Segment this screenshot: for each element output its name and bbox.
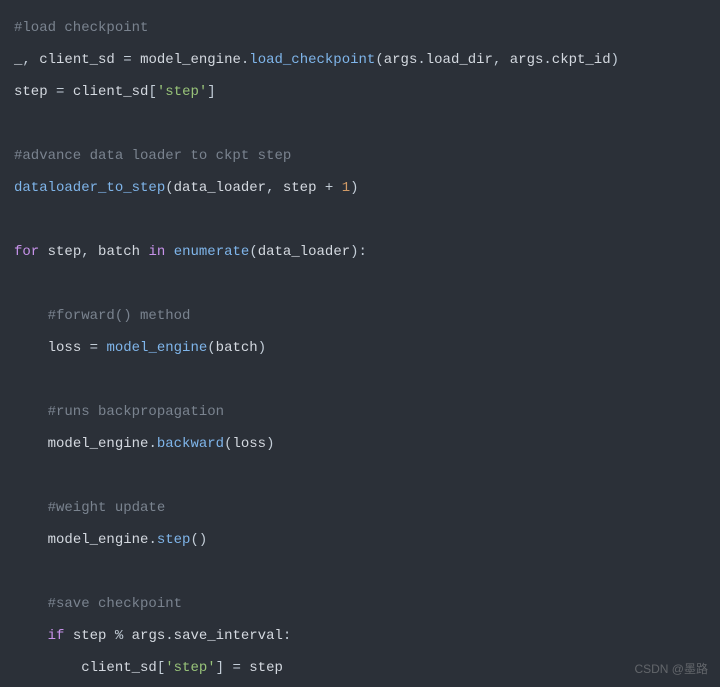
token-var: args (384, 52, 418, 68)
code-line: dataloader_to_step(data_loader, step + 1… (14, 172, 706, 204)
code-line: step = client_sd['step'] (14, 76, 706, 108)
token-op: ) (266, 436, 274, 452)
code-block: #load checkpoint _, client_sd = model_eng… (0, 0, 720, 687)
code-line: model_engine.step() (14, 524, 706, 556)
token-fn: step (157, 532, 191, 548)
comment: #forward() method (14, 308, 190, 324)
token-var: save_interval (174, 628, 283, 644)
token-var: batch (98, 244, 148, 260)
code-line: for step, batch in enumerate(data_loader… (14, 236, 706, 268)
code-line: #runs backpropagation (14, 396, 706, 428)
code-line: client_sd['step'] = step (14, 652, 706, 684)
token-op: ( (249, 244, 257, 260)
token-var: ckpt_id (552, 52, 611, 68)
token-fn: backward (157, 436, 224, 452)
token-fn: model_engine (106, 340, 207, 356)
token-op: ] = (216, 660, 250, 676)
token-op: , (22, 52, 39, 68)
code-line: loss = model_engine(batch) (14, 332, 706, 364)
token-var: loss (48, 340, 82, 356)
token-op: + (316, 180, 341, 196)
token-op: , (493, 52, 510, 68)
token-op: . (165, 628, 173, 644)
token-op: . (543, 52, 551, 68)
token-var: client_sd (39, 52, 115, 68)
token-var: step (64, 628, 114, 644)
token-fn: load_checkpoint (249, 52, 375, 68)
code-line: #save checkpoint (14, 588, 706, 620)
code-line (14, 556, 706, 588)
token-op: [ (148, 84, 156, 100)
token-var: data_loader (174, 180, 266, 196)
token-var: load_dir (426, 52, 493, 68)
code-line (14, 204, 706, 236)
token-var: step (249, 660, 283, 676)
token-op: = (81, 340, 106, 356)
token-op: . (417, 52, 425, 68)
code-line (14, 268, 706, 300)
token-var: step (14, 84, 48, 100)
code-line (14, 364, 706, 396)
token-op: , (81, 244, 98, 260)
token-str: 'step' (165, 660, 215, 676)
comment: #load checkpoint (14, 20, 148, 36)
token-op: ) (258, 340, 266, 356)
token-num: 1 (342, 180, 350, 196)
token-var: model_engine (48, 436, 149, 452)
token-op: ) (350, 180, 358, 196)
token-var (165, 244, 173, 260)
token-var: model_engine (140, 52, 241, 68)
code-line: #load checkpoint (14, 12, 706, 44)
token-fn: dataloader_to_step (14, 180, 165, 196)
code-line: #advance data loader to ckpt step (14, 140, 706, 172)
token-str: 'step' (157, 84, 207, 100)
token-var: client_sd (81, 660, 157, 676)
token-op: ( (165, 180, 173, 196)
comment: #weight update (14, 500, 165, 516)
code-line: #forward() method (14, 300, 706, 332)
code-line (14, 108, 706, 140)
token-op: ( (207, 340, 215, 356)
token-op: ) (611, 52, 619, 68)
token-op: = (48, 84, 73, 100)
token-kw: for (14, 244, 39, 260)
token-op: , (266, 180, 283, 196)
token-op: = (115, 52, 140, 68)
token-var: args (510, 52, 544, 68)
token-fn: enumerate (174, 244, 250, 260)
token-op: : (283, 628, 291, 644)
token-var: model_engine (48, 532, 149, 548)
token-op: . (148, 436, 156, 452)
token-kw: in (148, 244, 165, 260)
code-line (14, 460, 706, 492)
token-op: [ (157, 660, 165, 676)
comment: #save checkpoint (14, 596, 182, 612)
token-var: client_sd (73, 84, 149, 100)
code-line: model_engine.backward(loss) (14, 428, 706, 460)
comment: #advance data loader to ckpt step (14, 148, 291, 164)
token-var: step (39, 244, 81, 260)
token-op: . (148, 532, 156, 548)
token-op: () (190, 532, 207, 548)
token-op: % (115, 628, 132, 644)
token-var: args (132, 628, 166, 644)
token-op: ): (350, 244, 367, 260)
token-var: loss (232, 436, 266, 452)
code-line: #weight update (14, 492, 706, 524)
token-var: batch (216, 340, 258, 356)
token-var: data_loader (258, 244, 350, 260)
code-line: if step % args.save_interval: (14, 620, 706, 652)
token-var: step (283, 180, 317, 196)
comment: #runs backpropagation (14, 404, 224, 420)
token-kw: if (48, 628, 65, 644)
token-op: ] (207, 84, 215, 100)
token-op: ( (375, 52, 383, 68)
code-line: _, client_sd = model_engine.load_checkpo… (14, 44, 706, 76)
